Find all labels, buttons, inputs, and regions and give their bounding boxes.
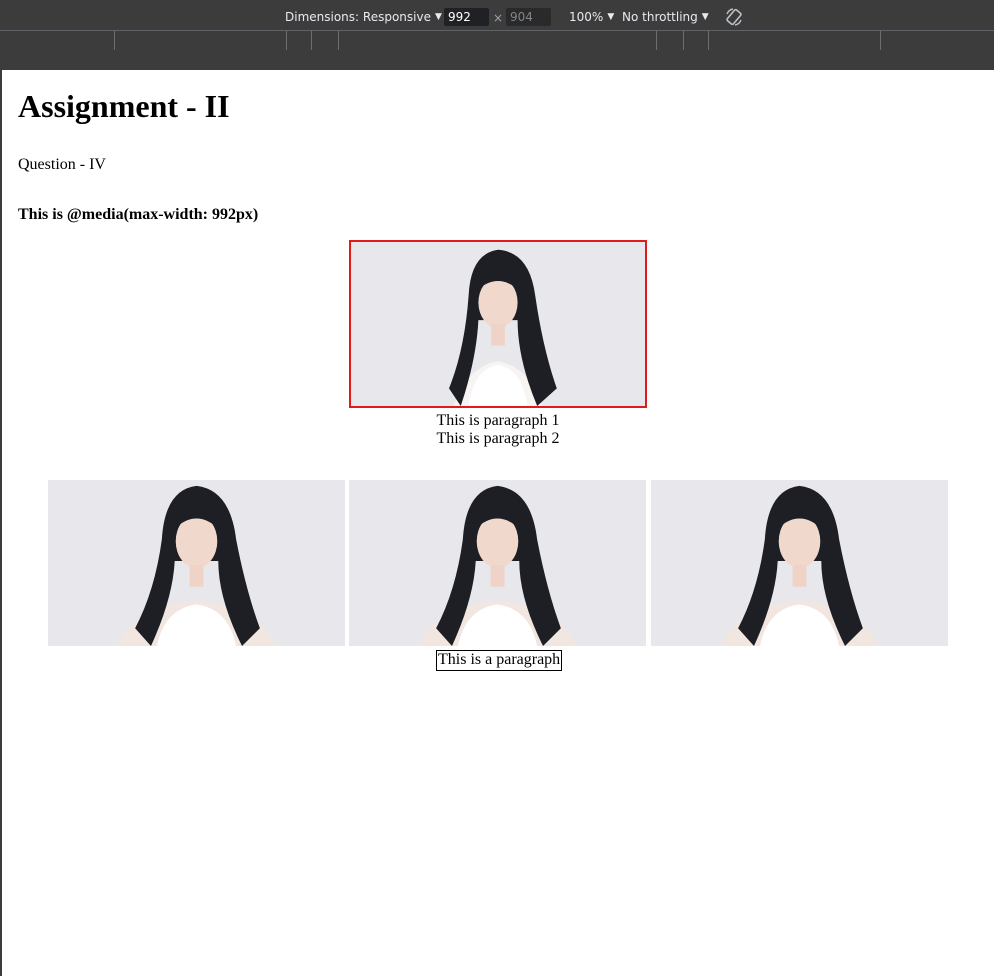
dimensions-dropdown[interactable]: Dimensions: Responsive ▼ (285, 10, 442, 24)
width-input[interactable]: 992 (444, 8, 489, 26)
ruler-gap (0, 51, 994, 70)
paragraph-2: This is paragraph 2 (436, 430, 560, 447)
rotate-icon[interactable] (724, 7, 744, 27)
page-title: Assignment - II (18, 88, 230, 124)
featured-image (349, 240, 647, 408)
ruler-mark (656, 31, 657, 50)
gallery-image-2 (349, 480, 646, 646)
media-query-ruler[interactable] (0, 30, 994, 52)
bordered-paragraph: This is a paragraph (436, 650, 563, 671)
portrait-photo (351, 242, 645, 406)
ruler-mark (286, 31, 287, 50)
gallery-image-1 (48, 480, 345, 646)
question-label: Question - IV (18, 156, 106, 173)
ruler-mark (114, 31, 115, 50)
ruler-mark (708, 31, 709, 50)
gallery-image-3 (651, 480, 948, 646)
page-viewport: Assignment - II Question - IV This is @m… (2, 70, 994, 976)
paragraph-1: This is paragraph 1 (436, 412, 560, 429)
ruler-mark (311, 31, 312, 50)
portrait-photo (651, 480, 948, 646)
throttling-dropdown[interactable]: No throttling ▼ (622, 10, 709, 24)
times-separator: × (493, 11, 504, 25)
devtools-device-toolbar: Dimensions: Responsive ▼ 992 × 904 100% … (0, 0, 994, 34)
zoom-dropdown[interactable]: 100% ▼ (569, 10, 614, 24)
portrait-photo (48, 480, 345, 646)
chevron-down-icon: ▼ (607, 11, 615, 22)
chevron-down-icon: ▼ (434, 11, 442, 22)
dimensions-label: Dimensions: Responsive (285, 10, 431, 24)
portrait-photo (349, 480, 646, 646)
height-input[interactable]: 904 (506, 8, 551, 26)
ruler-mark (683, 31, 684, 50)
ruler-mark (880, 31, 881, 50)
media-query-note: This is @media(max-width: 992px) (18, 206, 259, 223)
chevron-down-icon: ▼ (701, 11, 709, 22)
throttling-label: No throttling (622, 10, 698, 24)
ruler-mark (338, 31, 339, 50)
zoom-label: 100% (569, 10, 604, 24)
